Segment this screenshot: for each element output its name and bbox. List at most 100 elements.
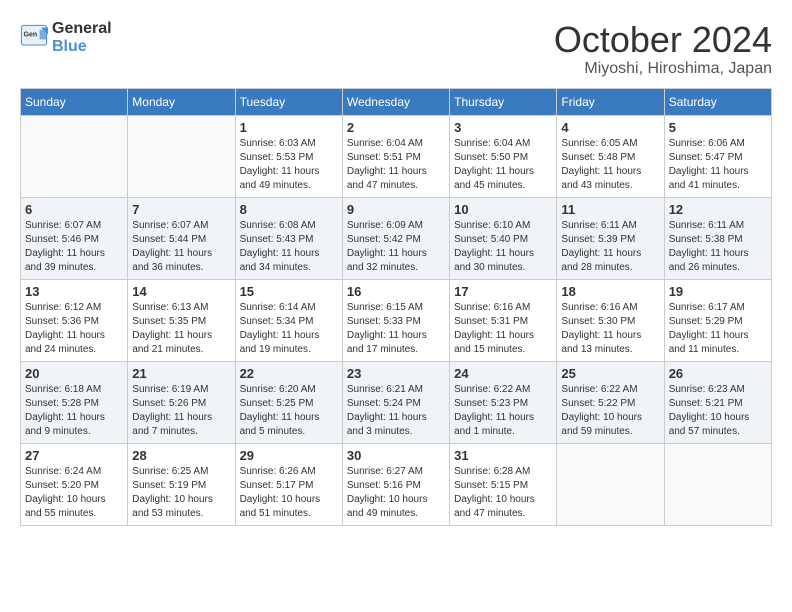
day-info: Sunrise: 6:08 AM Sunset: 5:43 PM Dayligh…	[240, 219, 338, 275]
calendar-week-row: 6Sunrise: 6:07 AM Sunset: 5:46 PM Daylig…	[21, 197, 772, 279]
day-number: 21	[132, 366, 230, 381]
day-number: 5	[669, 120, 767, 135]
calendar-cell	[128, 115, 235, 197]
day-info: Sunrise: 6:16 AM Sunset: 5:31 PM Dayligh…	[454, 301, 552, 357]
day-number: 4	[561, 120, 659, 135]
day-info: Sunrise: 6:09 AM Sunset: 5:42 PM Dayligh…	[347, 219, 445, 275]
day-number: 31	[454, 448, 552, 463]
calendar-cell: 4 Sunrise: 6:05 AM Sunset: 5:48 PM Daylig…	[557, 115, 664, 197]
calendar-cell: 3Sunrise: 6:04 AM Sunset: 5:50 PM Daylig…	[450, 115, 557, 197]
calendar-cell: 29 Sunrise: 6:26 AM Sunset: 5:17 PM Dayli…	[235, 443, 342, 525]
day-number: 13	[25, 284, 123, 299]
calendar-cell: 28 Sunrise: 6:25 AM Sunset: 5:19 PM Dayli…	[128, 443, 235, 525]
calendar-cell: 10Sunrise: 6:10 AM Sunset: 5:40 PM Dayli…	[450, 197, 557, 279]
calendar-cell: 11 Sunrise: 6:11 AM Sunset: 5:39 PM Dayli…	[557, 197, 664, 279]
day-info: Sunrise: 6:17 AM Sunset: 5:29 PM Dayligh…	[669, 301, 767, 357]
calendar-cell: 25Sunrise: 6:22 AM Sunset: 5:22 PM Dayli…	[557, 361, 664, 443]
day-info: Sunrise: 6:11 AM Sunset: 5:38 PM Dayligh…	[669, 219, 767, 275]
calendar-cell: 14Sunrise: 6:13 AM Sunset: 5:35 PM Dayli…	[128, 279, 235, 361]
svg-text:Gen: Gen	[24, 32, 38, 39]
calendar-cell: 5 Sunrise: 6:06 AM Sunset: 5:47 PM Daylig…	[664, 115, 771, 197]
logo-text: General Blue	[52, 20, 112, 56]
weekday-header-monday: Monday	[128, 88, 235, 115]
day-number: 10	[454, 202, 552, 217]
calendar-cell: 16Sunrise: 6:15 AM Sunset: 5:33 PM Dayli…	[342, 279, 449, 361]
day-number: 3	[454, 120, 552, 135]
calendar-week-row: 13 Sunrise: 6:12 AM Sunset: 5:36 PM Dayli…	[21, 279, 772, 361]
day-info: Sunrise: 6:27 AM Sunset: 5:16 PM Dayligh…	[347, 465, 445, 521]
calendar-header-row: SundayMondayTuesdayWednesdayThursdayFrid…	[21, 88, 772, 115]
day-number: 2	[347, 120, 445, 135]
weekday-header-saturday: Saturday	[664, 88, 771, 115]
day-info: Sunrise: 6:04 AM Sunset: 5:51 PM Dayligh…	[347, 137, 445, 193]
day-info: Sunrise: 6:22 AM Sunset: 5:22 PM Dayligh…	[561, 383, 659, 439]
day-number: 29	[240, 448, 338, 463]
calendar-cell: 18 Sunrise: 6:16 AM Sunset: 5:30 PM Dayli…	[557, 279, 664, 361]
day-info: Sunrise: 6:28 AM Sunset: 5:15 PM Dayligh…	[454, 465, 552, 521]
weekday-header-tuesday: Tuesday	[235, 88, 342, 115]
calendar-cell: 9 Sunrise: 6:09 AM Sunset: 5:42 PM Daylig…	[342, 197, 449, 279]
location-title: Miyoshi, Hiroshima, Japan	[554, 60, 772, 78]
day-info: Sunrise: 6:05 AM Sunset: 5:48 PM Dayligh…	[561, 137, 659, 193]
day-number: 23	[347, 366, 445, 381]
calendar-week-row: 27 Sunrise: 6:24 AM Sunset: 5:20 PM Dayli…	[21, 443, 772, 525]
calendar-cell: 13 Sunrise: 6:12 AM Sunset: 5:36 PM Dayli…	[21, 279, 128, 361]
day-number: 19	[669, 284, 767, 299]
calendar-cell	[557, 443, 664, 525]
weekday-header-sunday: Sunday	[21, 88, 128, 115]
calendar-cell: 26 Sunrise: 6:23 AM Sunset: 5:21 PM Dayli…	[664, 361, 771, 443]
calendar-week-row: 1Sunrise: 6:03 AM Sunset: 5:53 PM Daylig…	[21, 115, 772, 197]
day-info: Sunrise: 6:19 AM Sunset: 5:26 PM Dayligh…	[132, 383, 230, 439]
day-number: 20	[25, 366, 123, 381]
calendar-cell: 6Sunrise: 6:07 AM Sunset: 5:46 PM Daylig…	[21, 197, 128, 279]
weekday-header-wednesday: Wednesday	[342, 88, 449, 115]
day-number: 18	[561, 284, 659, 299]
logo-icon: Gen	[20, 24, 48, 52]
calendar-cell: 22Sunrise: 6:20 AM Sunset: 5:25 PM Dayli…	[235, 361, 342, 443]
day-info: Sunrise: 6:23 AM Sunset: 5:21 PM Dayligh…	[669, 383, 767, 439]
calendar-cell: 8 Sunrise: 6:08 AM Sunset: 5:43 PM Daylig…	[235, 197, 342, 279]
calendar-cell: 15 Sunrise: 6:14 AM Sunset: 5:34 PM Dayli…	[235, 279, 342, 361]
day-number: 7	[132, 202, 230, 217]
day-info: Sunrise: 6:07 AM Sunset: 5:46 PM Dayligh…	[25, 219, 123, 275]
day-number: 11	[561, 202, 659, 217]
calendar-cell	[21, 115, 128, 197]
day-number: 26	[669, 366, 767, 381]
calendar-cell: 2 Sunrise: 6:04 AM Sunset: 5:51 PM Daylig…	[342, 115, 449, 197]
day-number: 24	[454, 366, 552, 381]
month-title: October 2024	[554, 20, 772, 60]
day-info: Sunrise: 6:11 AM Sunset: 5:39 PM Dayligh…	[561, 219, 659, 275]
calendar-cell: 7Sunrise: 6:07 AM Sunset: 5:44 PM Daylig…	[128, 197, 235, 279]
day-number: 12	[669, 202, 767, 217]
title-block: October 2024 Miyoshi, Hiroshima, Japan	[554, 20, 772, 78]
day-number: 27	[25, 448, 123, 463]
day-info: Sunrise: 6:18 AM Sunset: 5:28 PM Dayligh…	[25, 383, 123, 439]
weekday-header-friday: Friday	[557, 88, 664, 115]
day-info: Sunrise: 6:26 AM Sunset: 5:17 PM Dayligh…	[240, 465, 338, 521]
calendar-cell: 24Sunrise: 6:22 AM Sunset: 5:23 PM Dayli…	[450, 361, 557, 443]
day-info: Sunrise: 6:21 AM Sunset: 5:24 PM Dayligh…	[347, 383, 445, 439]
day-info: Sunrise: 6:15 AM Sunset: 5:33 PM Dayligh…	[347, 301, 445, 357]
calendar-cell: 19 Sunrise: 6:17 AM Sunset: 5:29 PM Dayli…	[664, 279, 771, 361]
day-number: 15	[240, 284, 338, 299]
day-info: Sunrise: 6:06 AM Sunset: 5:47 PM Dayligh…	[669, 137, 767, 193]
day-info: Sunrise: 6:12 AM Sunset: 5:36 PM Dayligh…	[25, 301, 123, 357]
page-header: Gen General Blue October 2024 Miyoshi, H…	[20, 20, 772, 78]
day-info: Sunrise: 6:25 AM Sunset: 5:19 PM Dayligh…	[132, 465, 230, 521]
weekday-header-thursday: Thursday	[450, 88, 557, 115]
calendar-cell: 23 Sunrise: 6:21 AM Sunset: 5:24 PM Dayli…	[342, 361, 449, 443]
calendar-cell: 30Sunrise: 6:27 AM Sunset: 5:16 PM Dayli…	[342, 443, 449, 525]
day-number: 8	[240, 202, 338, 217]
day-number: 9	[347, 202, 445, 217]
calendar-cell: 1Sunrise: 6:03 AM Sunset: 5:53 PM Daylig…	[235, 115, 342, 197]
day-info: Sunrise: 6:24 AM Sunset: 5:20 PM Dayligh…	[25, 465, 123, 521]
calendar-cell: 27 Sunrise: 6:24 AM Sunset: 5:20 PM Dayli…	[21, 443, 128, 525]
calendar-cell: 17Sunrise: 6:16 AM Sunset: 5:31 PM Dayli…	[450, 279, 557, 361]
day-info: Sunrise: 6:14 AM Sunset: 5:34 PM Dayligh…	[240, 301, 338, 357]
calendar-cell: 21 Sunrise: 6:19 AM Sunset: 5:26 PM Dayli…	[128, 361, 235, 443]
day-number: 22	[240, 366, 338, 381]
calendar-cell: 12 Sunrise: 6:11 AM Sunset: 5:38 PM Dayli…	[664, 197, 771, 279]
day-info: Sunrise: 6:16 AM Sunset: 5:30 PM Dayligh…	[561, 301, 659, 357]
calendar-week-row: 20 Sunrise: 6:18 AM Sunset: 5:28 PM Dayli…	[21, 361, 772, 443]
day-number: 28	[132, 448, 230, 463]
